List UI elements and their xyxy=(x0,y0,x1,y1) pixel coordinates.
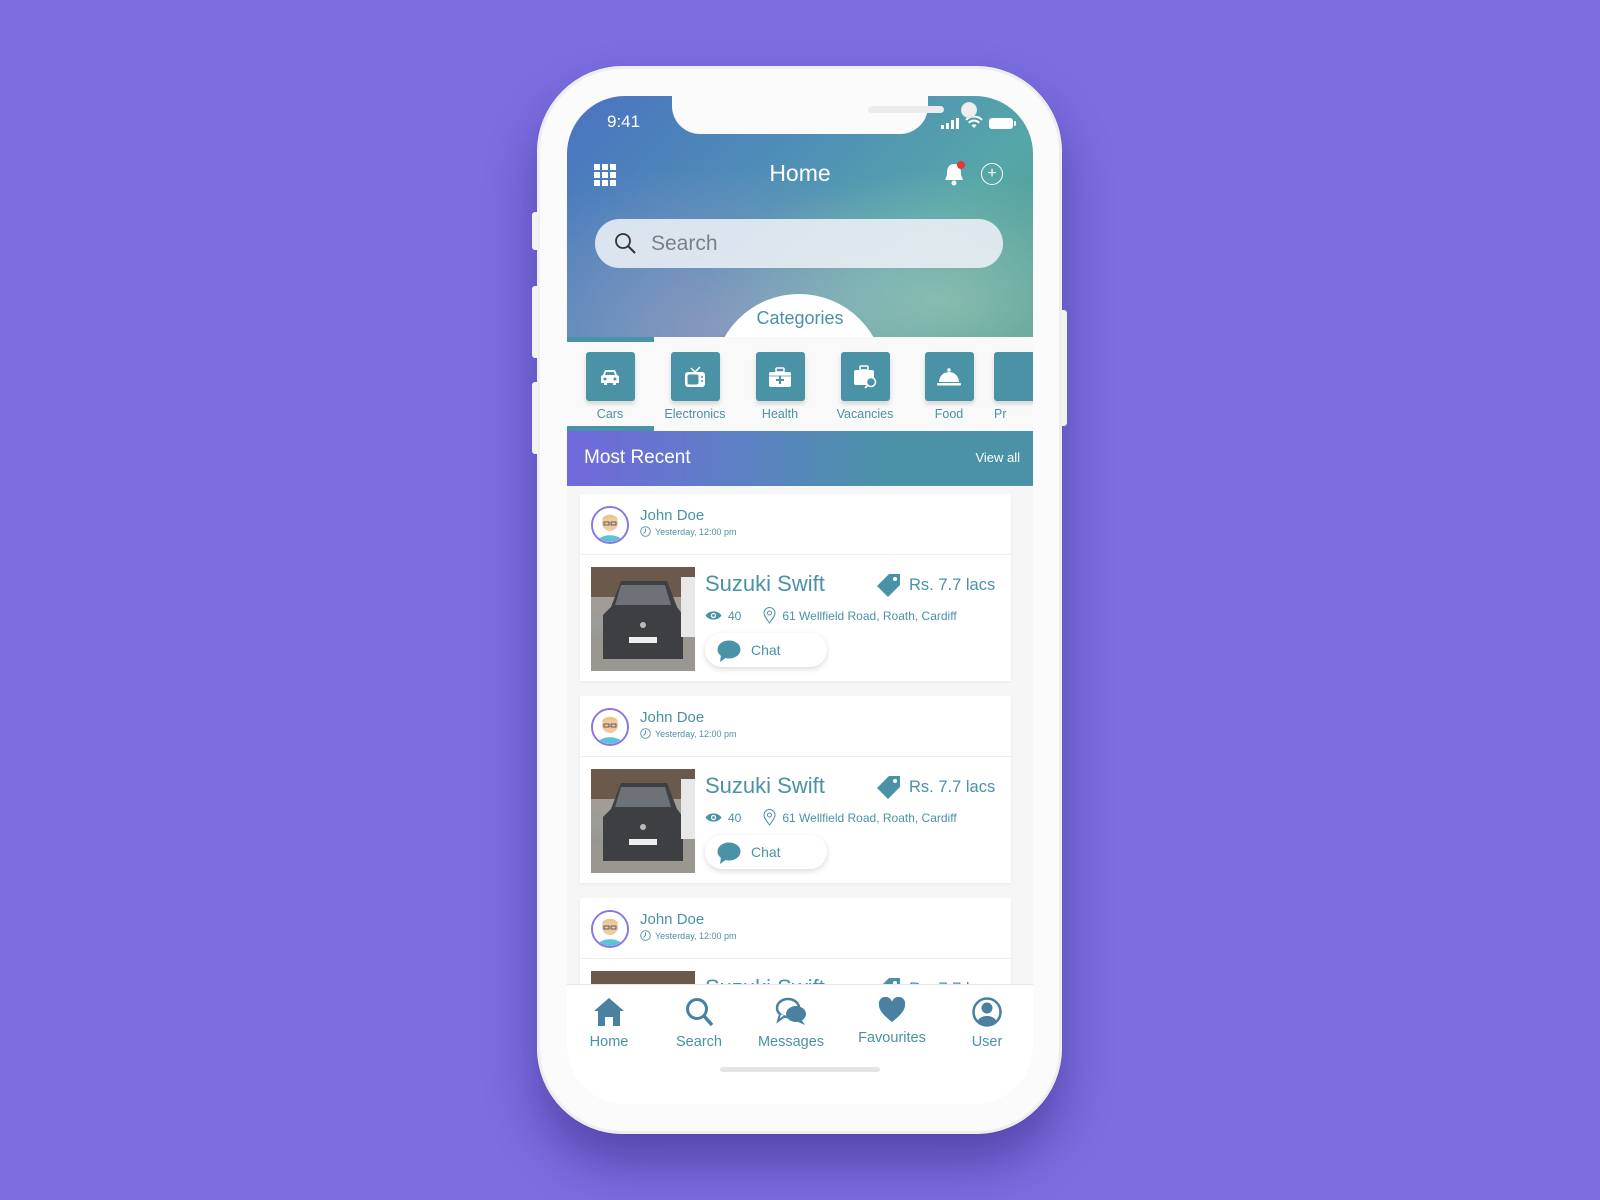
eye-icon xyxy=(705,813,722,822)
clock-icon xyxy=(640,930,651,941)
car-photo[interactable] xyxy=(591,769,695,873)
signal-icon xyxy=(941,118,959,129)
listing-title[interactable]: Suzuki Swift xyxy=(705,773,825,799)
view-count: 40 xyxy=(728,608,742,623)
listing-meta: 40 61 Wellfield Road, Roath, Cardiff xyxy=(705,809,957,826)
eye-icon xyxy=(705,611,722,620)
tab-user[interactable]: User xyxy=(942,997,1032,1050)
user-name[interactable]: John Doe xyxy=(640,507,704,524)
listing-header: John Doe Yesterday, 12:00 pm xyxy=(580,494,1011,555)
status-icons xyxy=(941,116,1016,129)
category-partial[interactable]: Pr xyxy=(994,352,1033,421)
search-input[interactable]: Search xyxy=(595,219,1003,268)
medical-kit-icon xyxy=(769,366,791,387)
user-name[interactable]: John Doe xyxy=(640,709,704,726)
tab-favourites[interactable]: Favourites xyxy=(847,996,937,1046)
avatar[interactable] xyxy=(591,910,629,948)
most-recent-bar: Most Recent View all xyxy=(567,431,1033,486)
category-health[interactable]: Health xyxy=(740,352,820,421)
chat-bubble-icon xyxy=(717,640,741,662)
user-name[interactable]: John Doe xyxy=(640,911,704,928)
heart-icon xyxy=(878,996,906,1022)
messages-icon xyxy=(775,997,806,1025)
plus-circle-icon[interactable]: + xyxy=(981,163,1003,185)
battery-icon xyxy=(989,118,1016,129)
selected-category-indicator xyxy=(567,337,654,342)
listing-header: John Doe Yesterday, 12:00 pm xyxy=(580,696,1011,757)
chat-button[interactable]: Chat xyxy=(705,835,827,869)
tv-icon xyxy=(685,365,705,387)
listing-price: Rs. 7.7 lacs xyxy=(877,573,995,597)
tab-messages[interactable]: Messages xyxy=(746,997,836,1050)
front-camera xyxy=(961,102,977,118)
briefcase-search-icon xyxy=(854,364,877,389)
bell-icon[interactable] xyxy=(942,160,968,188)
location-pin-icon xyxy=(763,607,776,624)
power-button xyxy=(1061,310,1067,426)
chat-bubble-icon xyxy=(717,842,741,864)
search-placeholder: Search xyxy=(651,232,718,255)
listing-header: John Doe Yesterday, 12:00 pm xyxy=(580,898,1011,959)
volume-down-button xyxy=(532,382,538,454)
notch xyxy=(672,96,977,134)
screen: 9:41 Home + Search Categories Cars Elect… xyxy=(567,96,1033,1104)
mute-switch xyxy=(532,212,538,250)
category-electronics[interactable]: Electronics xyxy=(655,352,735,421)
price-tag-icon xyxy=(877,574,900,597)
category-cars[interactable]: Cars xyxy=(570,352,650,421)
car-photo[interactable] xyxy=(591,567,695,671)
avatar[interactable] xyxy=(591,708,629,746)
post-time: Yesterday, 12:00 pm xyxy=(640,728,737,739)
tab-home[interactable]: Home xyxy=(567,997,654,1050)
price-tag-icon xyxy=(877,776,900,799)
clock-icon xyxy=(640,728,651,739)
volume-up-button xyxy=(532,286,538,358)
listing-card[interactable]: John Doe Yesterday, 12:00 pm Suzuki Swif… xyxy=(580,696,1011,883)
speaker xyxy=(868,106,944,113)
user-icon xyxy=(972,997,1002,1027)
post-time: Yesterday, 12:00 pm xyxy=(640,526,737,537)
view-count: 40 xyxy=(728,810,742,825)
view-all-link[interactable]: View all xyxy=(975,450,1020,465)
listing-location: 61 Wellfield Road, Roath, Cardiff xyxy=(782,810,957,825)
categories-title: Categories xyxy=(756,308,844,328)
cloche-icon xyxy=(937,367,961,385)
post-time: Yesterday, 12:00 pm xyxy=(640,930,737,941)
listing-body: Suzuki Swift Rs. 7.7 lacs 40 61 Wellfiel… xyxy=(580,555,1011,681)
search-icon xyxy=(615,233,636,254)
category-vacancies[interactable]: Vacancies xyxy=(825,352,905,421)
most-recent-title: Most Recent xyxy=(584,447,691,468)
home-icon xyxy=(594,998,624,1026)
tab-search[interactable]: Search xyxy=(654,997,744,1050)
notification-badge xyxy=(957,161,965,169)
listing-meta: 40 61 Wellfield Road, Roath, Cardiff xyxy=(705,607,957,624)
status-time: 9:41 xyxy=(607,112,641,131)
chat-button[interactable]: Chat xyxy=(705,633,827,667)
tab-bar: Home Search Messages Favourites User xyxy=(567,984,1033,1104)
clock-icon xyxy=(640,526,651,537)
location-pin-icon xyxy=(763,809,776,826)
avatar[interactable] xyxy=(591,506,629,544)
car-icon xyxy=(601,369,619,385)
listing-price: Rs. 7.7 lacs xyxy=(877,775,995,799)
listing-body: Suzuki Swift Rs. 7.7 lacs 40 61 Wellfiel… xyxy=(580,757,1011,883)
search-icon xyxy=(686,998,714,1027)
listing-title[interactable]: Suzuki Swift xyxy=(705,571,825,597)
home-indicator[interactable] xyxy=(720,1067,880,1072)
listing-location: 61 Wellfield Road, Roath, Cardiff xyxy=(782,608,957,623)
phone-frame: 9:41 Home + Search Categories Cars Elect… xyxy=(532,66,1067,1134)
category-food[interactable]: Food xyxy=(909,352,989,421)
listing-card[interactable]: John Doe Yesterday, 12:00 pm Suzuki Swif… xyxy=(580,494,1011,681)
